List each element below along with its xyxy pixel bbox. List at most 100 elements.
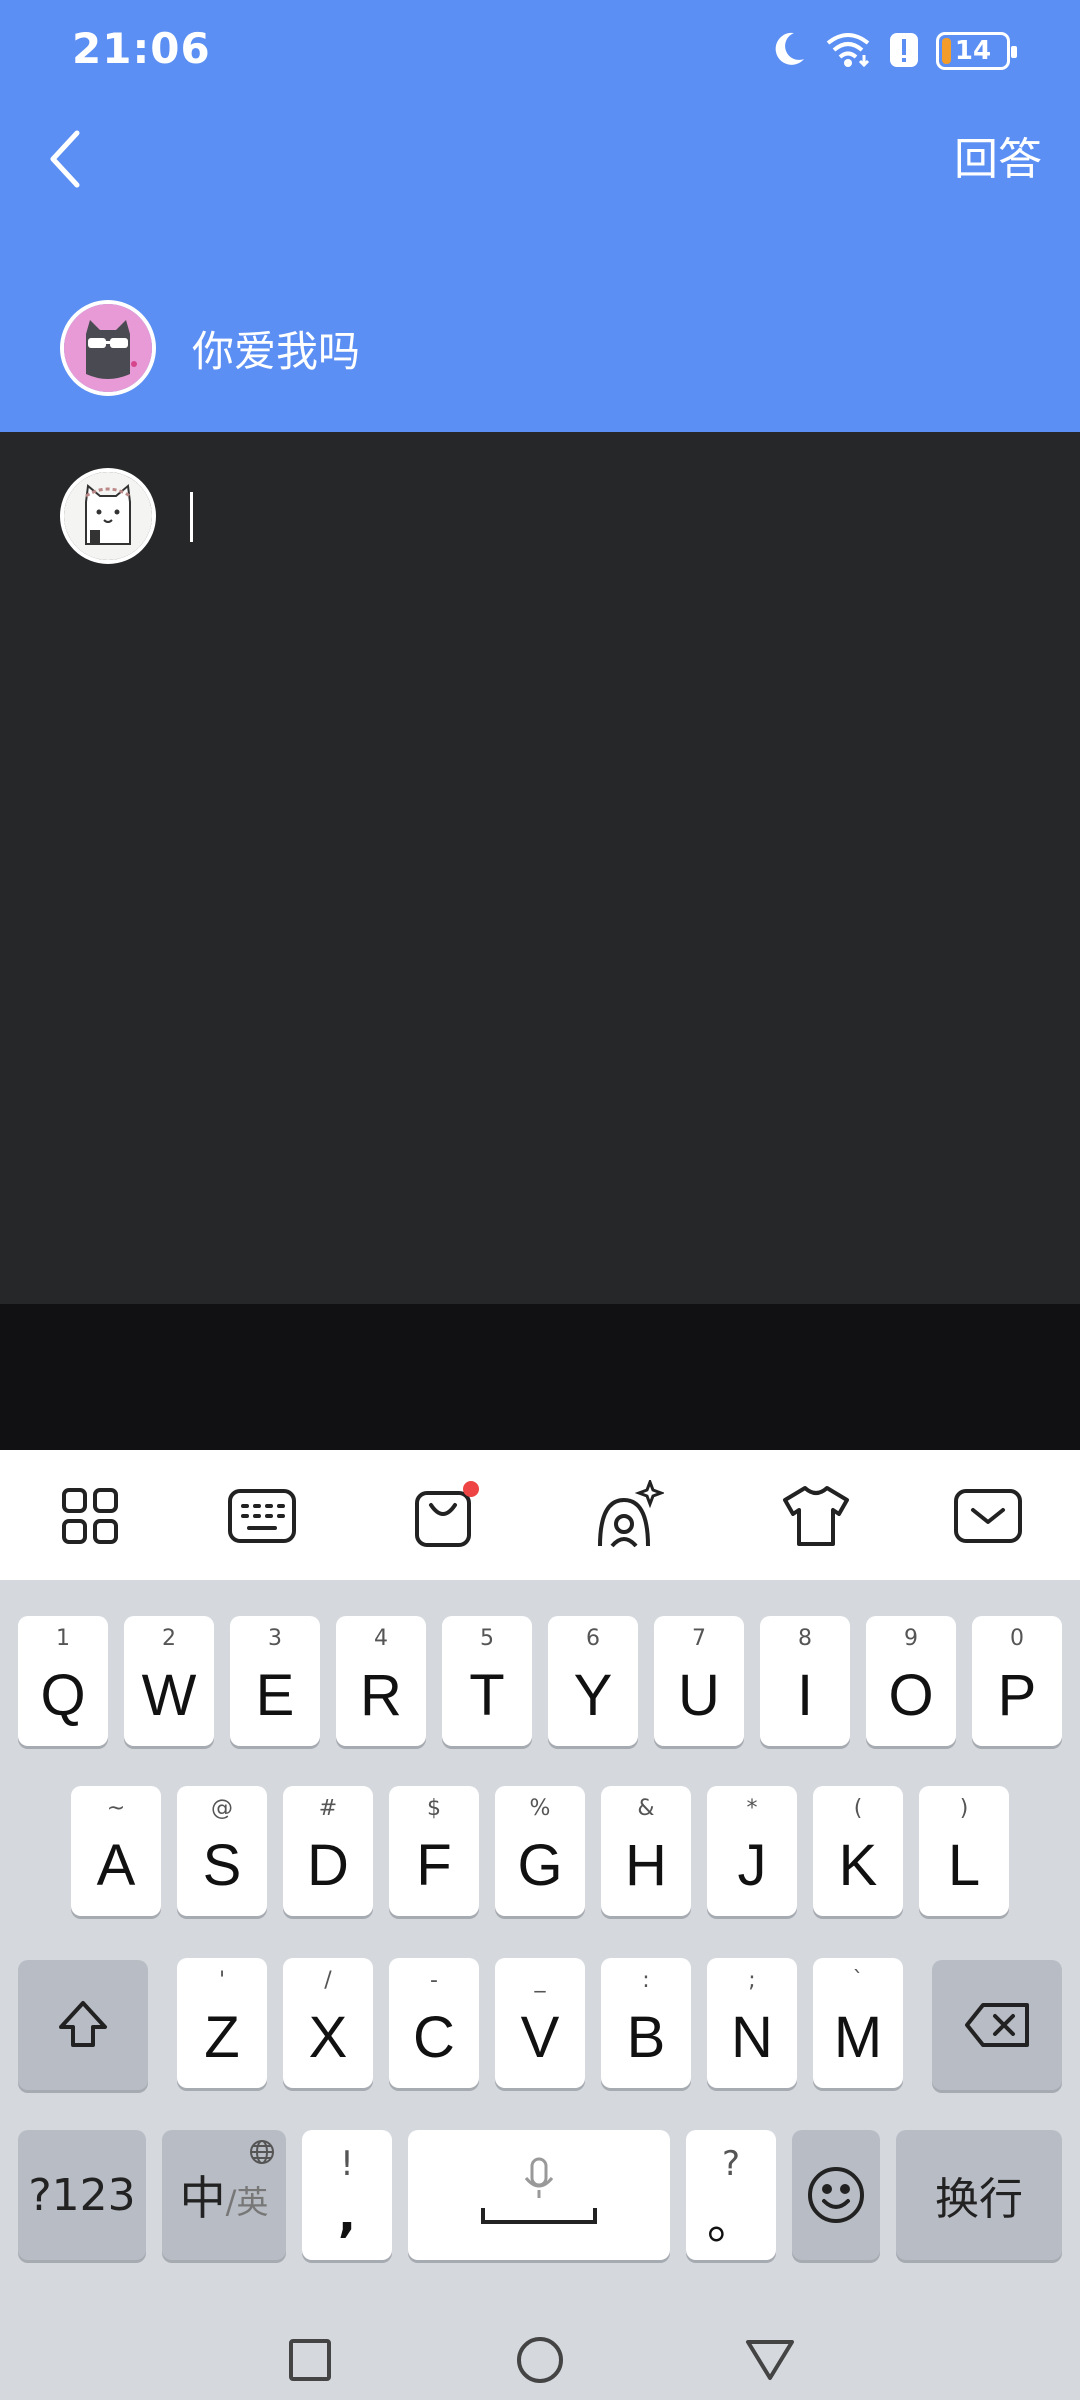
back-button[interactable]: [30, 124, 100, 194]
key-label: K: [838, 1832, 878, 1898]
space-bar-icon: [479, 2204, 599, 2230]
symbols-key[interactable]: ?123: [18, 2130, 146, 2260]
nav-bar: 回答: [0, 110, 1080, 210]
home-button[interactable]: [500, 2320, 580, 2400]
period-key[interactable]: ? 。: [686, 2130, 776, 2260]
enter-key-label: 换行: [935, 2174, 1023, 2225]
circle-icon: [517, 2337, 563, 2383]
space-key[interactable]: [408, 2130, 670, 2260]
key-hint: 0: [1010, 1626, 1024, 1651]
key-q[interactable]: 1Q: [18, 1616, 108, 1746]
key-label: B: [626, 2004, 666, 2070]
collapse-keyboard-icon[interactable]: [950, 1478, 1026, 1554]
shift-key[interactable]: [18, 1960, 148, 2090]
key-label: P: [997, 1662, 1037, 1728]
key-label: E: [255, 1662, 295, 1728]
key-label: R: [360, 1662, 402, 1728]
key-hint: 3: [268, 1626, 282, 1651]
key-n[interactable]: ; N: [707, 1958, 797, 2088]
key-d[interactable]: # D: [283, 1786, 373, 1916]
key-e[interactable]: 3E: [230, 1616, 320, 1746]
back-nav-button[interactable]: [730, 2320, 810, 2400]
key-label: N: [731, 2004, 773, 2070]
keyboard-icon[interactable]: [224, 1478, 300, 1554]
status-bar: 21:06 14: [0, 0, 1080, 100]
key-hint: ~: [106, 1796, 126, 1821]
backspace-key[interactable]: [932, 1960, 1062, 2090]
enter-key[interactable]: 换行: [896, 2130, 1062, 2260]
key-hint: $: [427, 1796, 441, 1821]
key-hint: :: [642, 1968, 650, 1993]
key-hint: 8: [798, 1626, 812, 1651]
key-hint: /: [324, 1968, 332, 1993]
key-g[interactable]: % G: [495, 1786, 585, 1916]
period-key-label: 。: [706, 2194, 755, 2250]
comma-key[interactable]: ! ,: [302, 2130, 392, 2260]
key-label: L: [947, 1832, 981, 1898]
key-j[interactable]: * J: [707, 1786, 797, 1916]
language-switch-key[interactable]: 中 /英: [162, 2130, 286, 2260]
key-label: Y: [573, 1662, 613, 1728]
triangle-icon: [746, 2340, 794, 2380]
key-t[interactable]: 5T: [442, 1616, 532, 1746]
emoji-key[interactable]: [792, 2130, 880, 2260]
key-label: Z: [204, 2004, 240, 2070]
key-hint: &: [637, 1796, 655, 1821]
moon-icon: [768, 29, 808, 73]
key-v[interactable]: _ V: [495, 1958, 585, 2088]
key-o[interactable]: 9O: [866, 1616, 956, 1746]
key-label: C: [413, 2004, 455, 2070]
battery-fill: [942, 38, 951, 64]
key-r[interactable]: 4R: [336, 1616, 426, 1746]
header: 21:06 14 回答 你爱我吗: [0, 0, 1080, 432]
key-hint: 1: [56, 1626, 70, 1651]
key-k[interactable]: (K: [813, 1786, 903, 1916]
text-caret: [190, 492, 193, 542]
key-label: H: [625, 1832, 667, 1898]
key-y[interactable]: 6Y: [548, 1616, 638, 1746]
system-navigation-bar: [0, 2320, 1080, 2400]
battery-level: 14: [954, 36, 992, 66]
key-s[interactable]: @ S: [177, 1786, 267, 1916]
key-l[interactable]: ) L: [919, 1786, 1009, 1916]
answer-button[interactable]: 回答: [954, 128, 1042, 192]
symbols-key-label: ?123: [28, 2169, 136, 2221]
key-z[interactable]: ' Z: [177, 1958, 267, 2088]
key-label: I: [796, 1662, 814, 1728]
key-label: X: [308, 2004, 348, 2070]
key-hint: 9: [904, 1626, 918, 1651]
apps-icon[interactable]: [52, 1478, 128, 1554]
key-f[interactable]: $ F: [389, 1786, 479, 1916]
key-b[interactable]: :B: [601, 1958, 691, 2088]
soft-keyboard: 1Q2W3E4R5T6Y7U8I9O0P ~ A @ S # D $ F% G & H * J(K) L …: [0, 1450, 1080, 2400]
shop-icon[interactable]: [408, 1478, 484, 1554]
key-c[interactable]: -C: [389, 1958, 479, 2088]
key-hint: ): [959, 1796, 969, 1821]
key-label: T: [469, 1662, 505, 1728]
key-i[interactable]: 8I: [760, 1616, 850, 1746]
asker-avatar[interactable]: [60, 300, 156, 396]
recents-button[interactable]: [270, 2320, 350, 2400]
user-avatar[interactable]: [60, 468, 156, 564]
ai-icon[interactable]: [590, 1478, 666, 1554]
skin-icon[interactable]: [778, 1478, 854, 1554]
battery-cap: [1011, 46, 1017, 58]
language-key-alt: /英: [225, 2183, 269, 2221]
status-time: 21:06: [72, 24, 211, 73]
reply-row: [60, 468, 1050, 564]
key-hint: `: [852, 1968, 864, 1993]
key-hint: 5: [480, 1626, 494, 1651]
microphone-icon: [523, 2156, 555, 2204]
key-h[interactable]: & H: [601, 1786, 691, 1916]
key-p[interactable]: 0P: [972, 1616, 1062, 1746]
key-x[interactable]: / X: [283, 1958, 373, 2088]
answer-input[interactable]: [190, 486, 1050, 546]
key-u[interactable]: 7U: [654, 1616, 744, 1746]
key-hint: ;: [748, 1968, 756, 1993]
key-m[interactable]: ` M: [813, 1958, 903, 2088]
key-w[interactable]: 2W: [124, 1616, 214, 1746]
alert-icon: [888, 29, 920, 73]
period-key-hint: ?: [721, 2144, 741, 2184]
comma-key-hint: !: [340, 2144, 354, 2184]
key-a[interactable]: ~ A: [71, 1786, 161, 1916]
